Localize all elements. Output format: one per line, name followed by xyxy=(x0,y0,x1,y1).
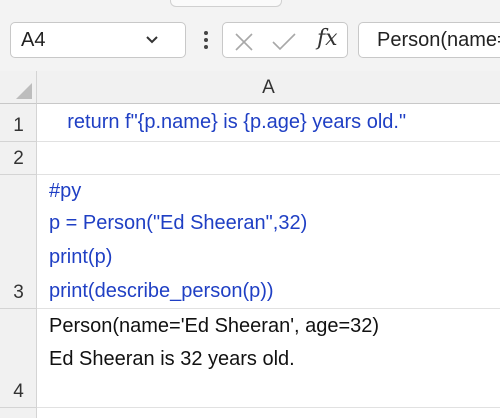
column-header-label: A xyxy=(262,77,275,98)
insert-function-icon[interactable]: fx xyxy=(317,26,338,51)
row-header-2[interactable]: 2 xyxy=(0,142,37,175)
chevron-down-icon[interactable] xyxy=(145,35,159,45)
cell-text-line: p = Person("Ed Sheeran",32) xyxy=(49,212,308,234)
column-header-a[interactable]: A xyxy=(37,71,500,104)
row-header-label: 2 xyxy=(13,148,24,169)
formula-bar: A4 fx Person(name='Ed Sheeran', age=32) xyxy=(0,9,500,71)
row-header-label: 1 xyxy=(13,115,24,136)
cell-text-line: #py xyxy=(49,180,82,202)
cell-a1[interactable]: return f"{p.name} is {p.age} years old." xyxy=(37,104,500,142)
cell-text-line: return f"{p.name} is {p.age} years old." xyxy=(45,111,407,133)
cancel-icon[interactable] xyxy=(233,31,255,53)
select-all-icon xyxy=(16,83,32,99)
select-all-corner[interactable] xyxy=(0,71,37,104)
row-header-4[interactable]: 4 xyxy=(0,309,37,408)
row-header-label: 3 xyxy=(13,282,24,303)
row-header-label: 4 xyxy=(13,381,24,402)
name-box[interactable]: A4 xyxy=(10,22,186,58)
row-header-3[interactable]: 3 xyxy=(0,175,37,309)
cell-a2[interactable] xyxy=(37,142,500,175)
spreadsheet-grid: A 1 return f"{p.name} is {p.age} years o… xyxy=(0,71,500,418)
window-top-strip xyxy=(0,0,500,9)
formula-input[interactable]: Person(name='Ed Sheeran', age=32) xyxy=(358,22,500,58)
cell-text-line: Person(name='Ed Sheeran', age=32) xyxy=(49,315,380,337)
ribbon-collapse-handle[interactable] xyxy=(170,0,282,7)
cell-text-line: print(p) xyxy=(49,246,113,268)
row-header-1[interactable]: 1 xyxy=(0,104,37,142)
cell-text-line: print(describe_person(p)) xyxy=(49,280,274,302)
cell-a3[interactable]: #py p = Person("Ed Sheeran",32) print(p)… xyxy=(37,175,500,309)
cell-text-line: Ed Sheeran is 32 years old. xyxy=(49,348,295,370)
cell-a4[interactable]: Person(name='Ed Sheeran', age=32) Ed She… xyxy=(37,309,500,408)
formula-actions: fx xyxy=(222,22,348,58)
more-options-icon[interactable] xyxy=(203,30,209,50)
enter-check-icon[interactable] xyxy=(271,31,297,53)
formula-value: Person(name='Ed Sheeran', age=32) xyxy=(377,29,500,51)
row-header-5[interactable] xyxy=(0,408,37,418)
name-box-value: A4 xyxy=(21,29,46,51)
